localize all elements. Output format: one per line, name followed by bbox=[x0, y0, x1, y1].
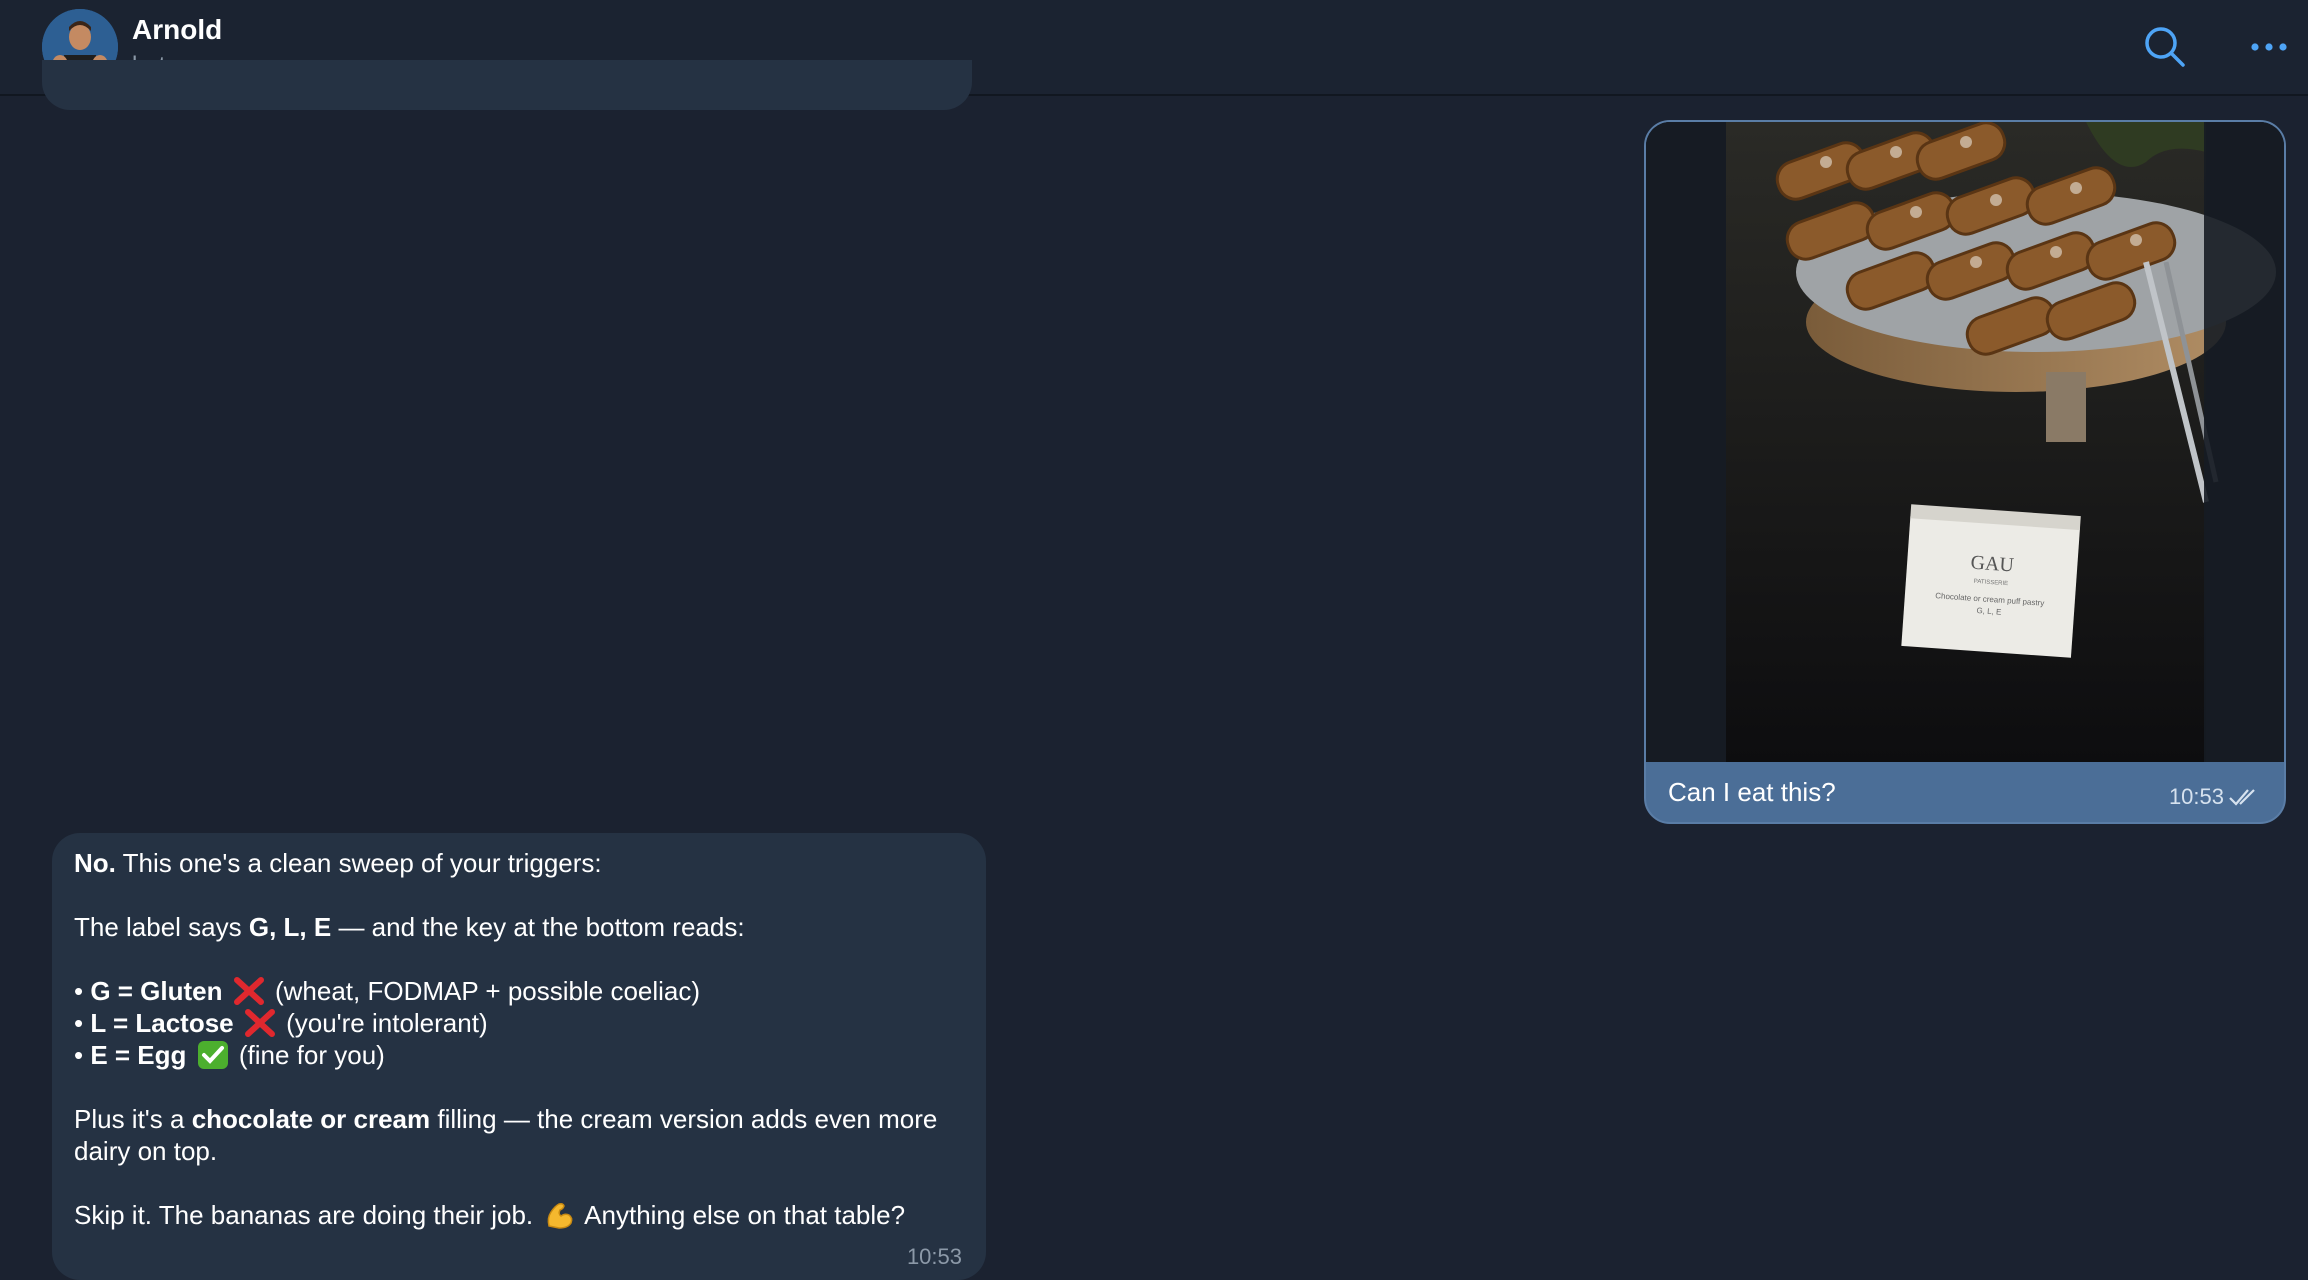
text: Skip it. The bananas are doing their job… bbox=[74, 1200, 541, 1230]
text: The label says bbox=[74, 912, 249, 942]
check-mark-icon bbox=[197, 1040, 229, 1070]
bullet: • bbox=[74, 976, 91, 1006]
bold-text: chocolate or cream bbox=[191, 1104, 431, 1134]
chat-title: Arnold bbox=[132, 14, 223, 45]
flexed-biceps-icon bbox=[543, 1200, 575, 1230]
message-photo[interactable]: GAU PATISSERIE Chocolate or cream puff p… bbox=[1646, 122, 2284, 762]
read-receipt-icon bbox=[2228, 786, 2260, 808]
text: (you're intolerant) bbox=[278, 1008, 488, 1038]
message-time: 10:53 bbox=[2168, 784, 2224, 809]
message-caption: Can I eat this? bbox=[1668, 777, 1836, 807]
paragraph: Plus it's a chocolate or cream filling —… bbox=[74, 1103, 974, 1167]
svg-text:GAU: GAU bbox=[1970, 552, 2015, 577]
svg-text:G, L, E: G, L, E bbox=[1976, 606, 2001, 617]
paragraph: The label says G, L, E — and the key at … bbox=[74, 911, 974, 943]
bullet-item: • E = Egg (fine for you) bbox=[74, 1039, 974, 1071]
text: — and the key at the bottom reads: bbox=[331, 912, 745, 942]
paragraph: No. This one's a clean sweep of your tri… bbox=[74, 847, 974, 879]
bullet: • bbox=[74, 1008, 91, 1038]
outgoing-photo-message[interactable]: GAU PATISSERIE Chocolate or cream puff p… bbox=[1644, 120, 2286, 824]
bullet-item: • G = Gluten (wheat, FODMAP + possible c… bbox=[74, 975, 974, 1007]
bold-text: G = Gluten bbox=[90, 976, 223, 1006]
cross-mark-icon bbox=[233, 976, 265, 1006]
text: Anything else on that table? bbox=[578, 1200, 906, 1230]
text: (wheat, FODMAP + possible coeliac) bbox=[267, 976, 701, 1006]
message-time: 10:53 bbox=[906, 1244, 962, 1269]
message-body: No. This one's a clean sweep of your tri… bbox=[74, 847, 974, 1231]
bold-text: No. bbox=[74, 848, 116, 878]
cross-mark-icon bbox=[244, 1008, 276, 1038]
bullet: • bbox=[74, 1040, 91, 1070]
search-icon[interactable] bbox=[2140, 22, 2190, 72]
incoming-message[interactable]: No. This one's a clean sweep of your tri… bbox=[52, 833, 986, 1280]
bold-text: E = Egg bbox=[90, 1040, 187, 1070]
bullet-item: • L = Lactose (you're intolerant) bbox=[74, 1007, 974, 1039]
bold-text: L = Lactose bbox=[90, 1008, 234, 1038]
text: (fine for you) bbox=[231, 1040, 385, 1070]
more-options-icon[interactable] bbox=[2244, 22, 2294, 72]
text: This one's a clean sweep of your trigger… bbox=[115, 848, 602, 878]
text: Plus it's a bbox=[74, 1104, 192, 1134]
paragraph: Skip it. The bananas are doing their job… bbox=[74, 1199, 974, 1231]
bold-text: G, L, E bbox=[248, 912, 332, 942]
previous-message-fragment bbox=[42, 60, 972, 110]
